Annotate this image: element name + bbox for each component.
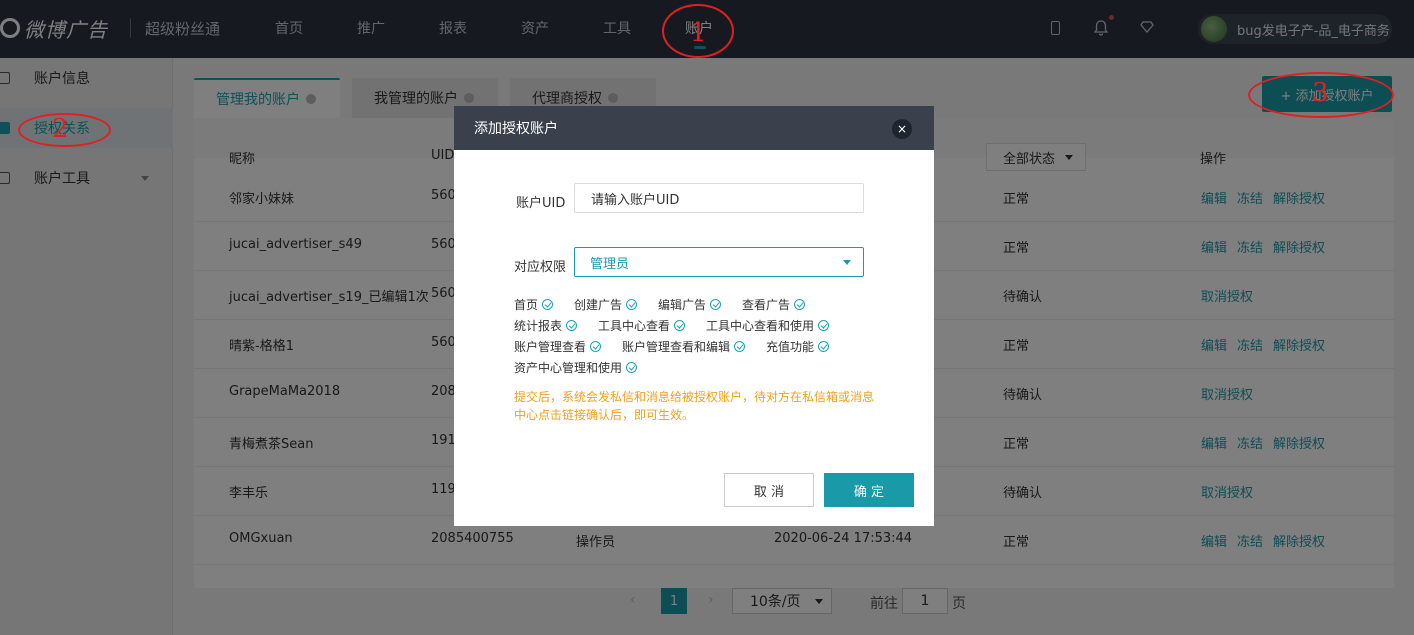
close-icon[interactable]: × (892, 119, 912, 139)
permission-item: 工具中心查看 (598, 317, 686, 334)
check-circle-icon (566, 320, 578, 331)
permission-item: 统计报表 (514, 317, 578, 334)
caret-down-icon (843, 260, 851, 265)
permission-item: 编辑广告 (658, 296, 722, 313)
permission-label: 账户管理查看和编辑 (622, 340, 731, 354)
permission-item: 资产中心管理和使用 (514, 359, 638, 376)
annotation-number-3: 3 (1312, 78, 1329, 108)
permission-item: 首页 (514, 296, 554, 313)
role-select-value: 管理员 (590, 256, 630, 272)
dialog-title: 添加授权账户 (474, 121, 558, 137)
permission-item: 充值功能 (766, 338, 830, 355)
permission-item: 账户管理查看和编辑 (622, 338, 746, 355)
add-authorization-dialog: 添加授权账户 × 账户UID 请输入账户UID 对应权限 管理员 首页 创建广告 编… (454, 106, 934, 526)
uid-input[interactable]: 请输入账户UID (574, 183, 864, 213)
permission-label: 首页 (514, 298, 539, 312)
role-select[interactable]: 管理员 (574, 247, 864, 277)
permission-label: 统计报表 (514, 319, 563, 333)
permission-item: 账户管理查看 (514, 338, 602, 355)
check-circle-icon (818, 341, 830, 352)
permission-item: 工具中心查看和使用 (706, 317, 830, 334)
check-circle-icon (734, 341, 746, 352)
permission-label: 账户管理查看 (514, 340, 587, 354)
check-circle-icon (626, 362, 638, 373)
check-circle-icon (818, 320, 830, 331)
permission-label: 工具中心查看 (598, 319, 671, 333)
check-circle-icon (674, 320, 686, 331)
check-circle-icon (794, 299, 806, 310)
check-circle-icon (542, 299, 554, 310)
check-circle-icon (626, 299, 638, 310)
check-circle-icon (590, 341, 602, 352)
role-label: 对应权限 (514, 260, 567, 275)
check-circle-icon (710, 299, 722, 310)
permission-item: 查看广告 (742, 296, 806, 313)
annotation-number-2: 2 (52, 114, 69, 144)
permission-label: 查看广告 (742, 298, 791, 312)
permission-item: 创建广告 (574, 296, 638, 313)
permission-label: 工具中心查看和使用 (706, 319, 815, 333)
uid-label: 账户UID (516, 196, 566, 211)
dialog-header: 添加授权账户 (454, 106, 934, 150)
permission-label: 充值功能 (766, 340, 815, 354)
annotation-number-1: 1 (690, 18, 707, 48)
confirm-button[interactable]: 确 定 (824, 473, 914, 507)
permission-label: 资产中心管理和使用 (514, 361, 623, 375)
authorization-notice: 提交后，系统会发私信和消息给被授权账户，待对方在私信箱或消息中心点击链接确认后，… (514, 390, 875, 422)
permission-label: 创建广告 (574, 298, 623, 312)
permission-label: 编辑广告 (658, 298, 707, 312)
cancel-button[interactable]: 取 消 (724, 473, 814, 507)
